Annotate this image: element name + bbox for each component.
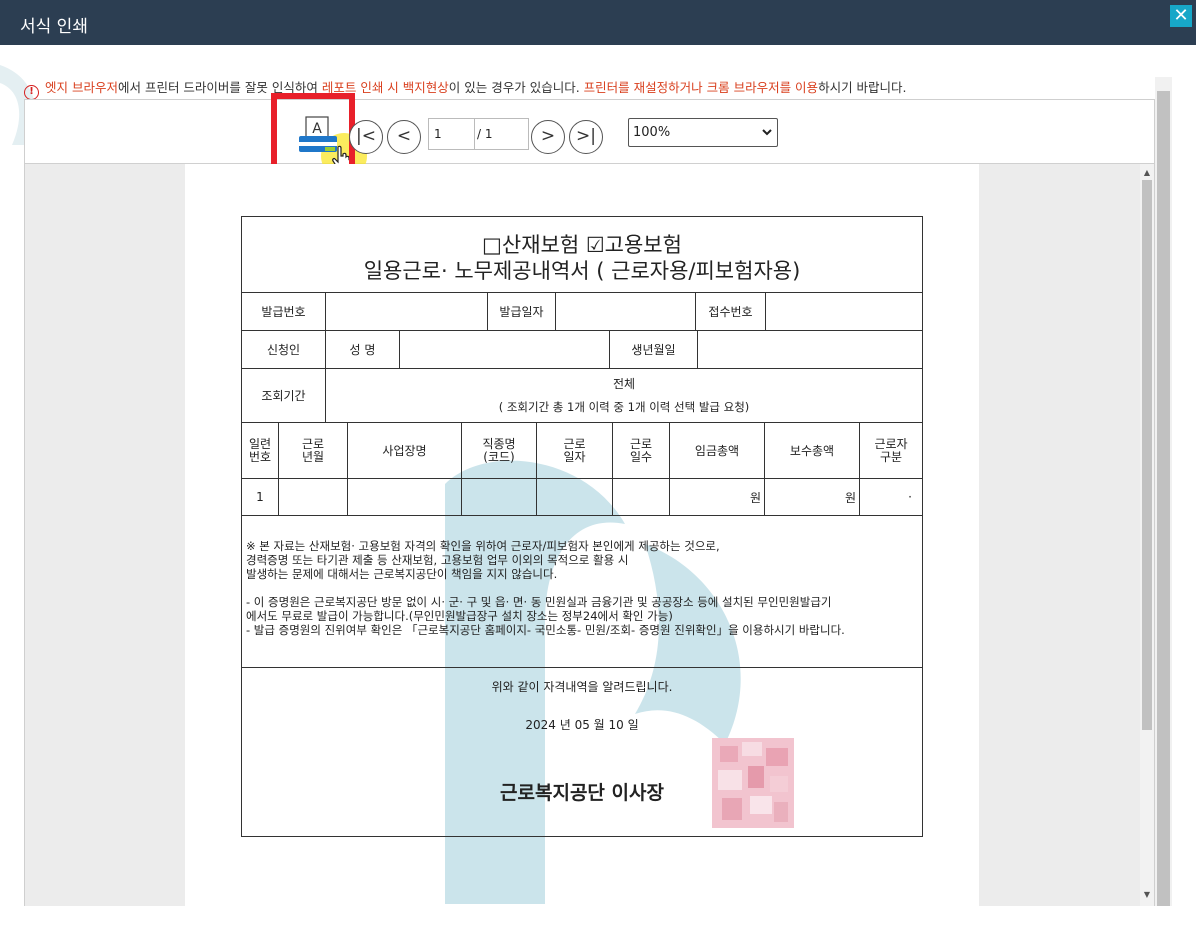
close-button[interactable]: ✕ <box>1170 5 1192 27</box>
receipt-no-value <box>766 293 922 331</box>
form-title: 일용근로· 노무제공내역서 ( 근로자용/피보험자용) <box>363 259 801 283</box>
print-button-highlight <box>271 93 355 173</box>
col-work-month: 근로 년월 <box>279 423 348 479</box>
notice-text: 하시기 바랍니다. <box>818 80 907 95</box>
chevron-right-icon: > <box>540 126 556 146</box>
col-work-date: 근로 일자 <box>537 423 613 479</box>
dialog-scrollbar[interactable] <box>1155 77 1172 906</box>
period-note: ( 조회기간 총 1개 이력 중 1개 이력 선택 발급 요청) <box>498 400 750 414</box>
note-line: 에서도 무료로 발급이 가능합니다.(무인민원발급장구 설치 장소는 정부24에… <box>246 609 673 623</box>
col-seq: 일련 번호 <box>242 423 279 479</box>
note-line: - 이 증명원은 근로복지공단 방문 없이 시· 군· 구 및 읍· 면· 동 … <box>246 595 832 609</box>
form-notes: ※ 본 자료는 산재보험· 고용보험 자격의 확인을 위하여 근로자/피보험자 … <box>246 539 918 637</box>
birth-value <box>698 331 922 369</box>
form-closing: 위와 같이 자격내역을 알려드립니다. 2024 년 05 월 10 일 근로복… <box>242 667 922 837</box>
zoom-value: 100% <box>633 125 671 140</box>
receipt-no-label: 접수번호 <box>696 293 766 331</box>
name-value <box>400 331 610 369</box>
next-page-button[interactable]: > <box>531 120 565 154</box>
signer-name: 근로복지공단 이사장 <box>500 782 664 804</box>
period-value-cell: 전체 ( 조회기간 총 1개 이력 중 1개 이력 선택 발급 요청) <box>326 369 922 423</box>
issue-date-label: 발급일자 <box>488 293 556 331</box>
row-work-month <box>279 479 348 516</box>
report-viewer-frame: A |< < 1 / 1 > >| 100% □산재보험 ☑고용보험 일용근로·… <box>24 93 1155 906</box>
form-title-block: □산재보험 ☑고용보험 일용근로· 노무제공내역서 ( 근로자용/피보험자용) <box>242 217 922 293</box>
name-label: 성 명 <box>326 331 400 369</box>
first-page-button[interactable]: |< <box>349 120 383 154</box>
page-indicator: 1 / 1 <box>428 118 529 150</box>
period-value: 전체 <box>612 377 636 391</box>
first-page-icon: |< <box>356 126 376 146</box>
dialog-scrollbar-thumb[interactable] <box>1157 91 1170 906</box>
note-line: - 발급 증명원의 진위여부 확인은 「근로복지공단 홈페이지- 국민소통- 민… <box>246 623 845 637</box>
col-workplace: 사업장명 <box>348 423 462 479</box>
col-job: 직종명 (코드) <box>462 423 537 479</box>
issue-date-value <box>556 293 696 331</box>
chevron-left-icon: < <box>396 126 412 146</box>
applicant-label: 신청인 <box>242 331 326 369</box>
note-line: 발생하는 문제에 대해서는 근로복지공단이 책임을 지지 않습니다. <box>246 567 558 581</box>
issue-date: 2024 년 05 월 10 일 <box>525 718 639 732</box>
current-page-input[interactable]: 1 <box>429 119 475 149</box>
row-job <box>462 479 537 516</box>
col-worker-type: 근로자 구분 <box>860 423 922 479</box>
note-line: 경력증명 또는 타기관 제출 등 산재보험, 고용보험 업무 이외의 목적으로 … <box>246 553 629 567</box>
note-line: ※ 본 자료는 산재보험· 고용보험 자격의 확인을 위하여 근로자/피보험자 … <box>246 539 720 553</box>
notice-text-chrome: 프린터를 재설정하거나 크롬 브라우저를 이용 <box>583 80 819 95</box>
col-pay-total: 보수총액 <box>765 423 860 479</box>
viewer-toolbar: A |< < 1 / 1 > >| 100% <box>25 93 1154 179</box>
col-work-days: 근로 일수 <box>613 423 670 479</box>
dialog-title: 서식 인쇄 <box>20 17 88 37</box>
closing-statement: 위와 같이 자격내역을 알려드립니다. <box>491 680 673 694</box>
row-pay-total: 원 <box>765 479 860 516</box>
row-seq: 1 <box>242 479 279 516</box>
issue-no-label: 발급번호 <box>242 293 326 331</box>
row-workplace <box>348 479 462 516</box>
report-canvas: □산재보험 ☑고용보험 일용근로· 노무제공내역서 ( 근로자용/피보험자용) … <box>25 164 1140 906</box>
zoom-select[interactable]: 100% <box>628 118 778 147</box>
warning-icon: ! <box>24 85 39 100</box>
scroll-down-arrow-icon[interactable]: ▼ <box>1142 890 1152 900</box>
row-work-days <box>613 479 670 516</box>
chevron-down-icon <box>762 129 772 136</box>
row-work-date <box>537 479 613 516</box>
period-label: 조회기간 <box>242 369 326 423</box>
employment-record-form: □산재보험 ☑고용보험 일용근로· 노무제공내역서 ( 근로자용/피보험자용) … <box>241 216 923 837</box>
last-page-button[interactable]: >| <box>569 120 603 154</box>
row-wage-total: 원 <box>670 479 765 516</box>
report-page: □산재보험 ☑고용보험 일용근로· 노무제공내역서 ( 근로자용/피보험자용) … <box>185 164 979 906</box>
browser-notice: ! 엣지 브라우저에서 프린터 드라이버를 잘못 인식하여 레포트 인쇄 시 백지… <box>24 77 1144 100</box>
scrollbar-thumb[interactable] <box>1142 180 1152 730</box>
birth-label: 생년월일 <box>610 331 698 369</box>
dialog-titlebar: 서식 인쇄 ✕ <box>0 0 1196 45</box>
prev-page-button[interactable]: < <box>387 120 421 154</box>
note-line <box>246 581 918 595</box>
row-worker-type: · <box>860 479 922 516</box>
col-wage-total: 임금총액 <box>670 423 765 479</box>
viewer-scrollbar[interactable]: ▲ ▼ <box>1140 164 1154 906</box>
total-pages: / 1 <box>477 127 493 141</box>
close-icon: ✕ <box>1173 5 1189 26</box>
issue-no-value <box>326 293 488 331</box>
last-page-icon: >| <box>576 126 596 146</box>
notice-text: 이 있는 경우가 있습니다. <box>448 80 584 95</box>
notice-text-edge: 엣지 브라우저 <box>45 80 118 95</box>
scroll-up-arrow-icon[interactable]: ▲ <box>1142 168 1152 178</box>
